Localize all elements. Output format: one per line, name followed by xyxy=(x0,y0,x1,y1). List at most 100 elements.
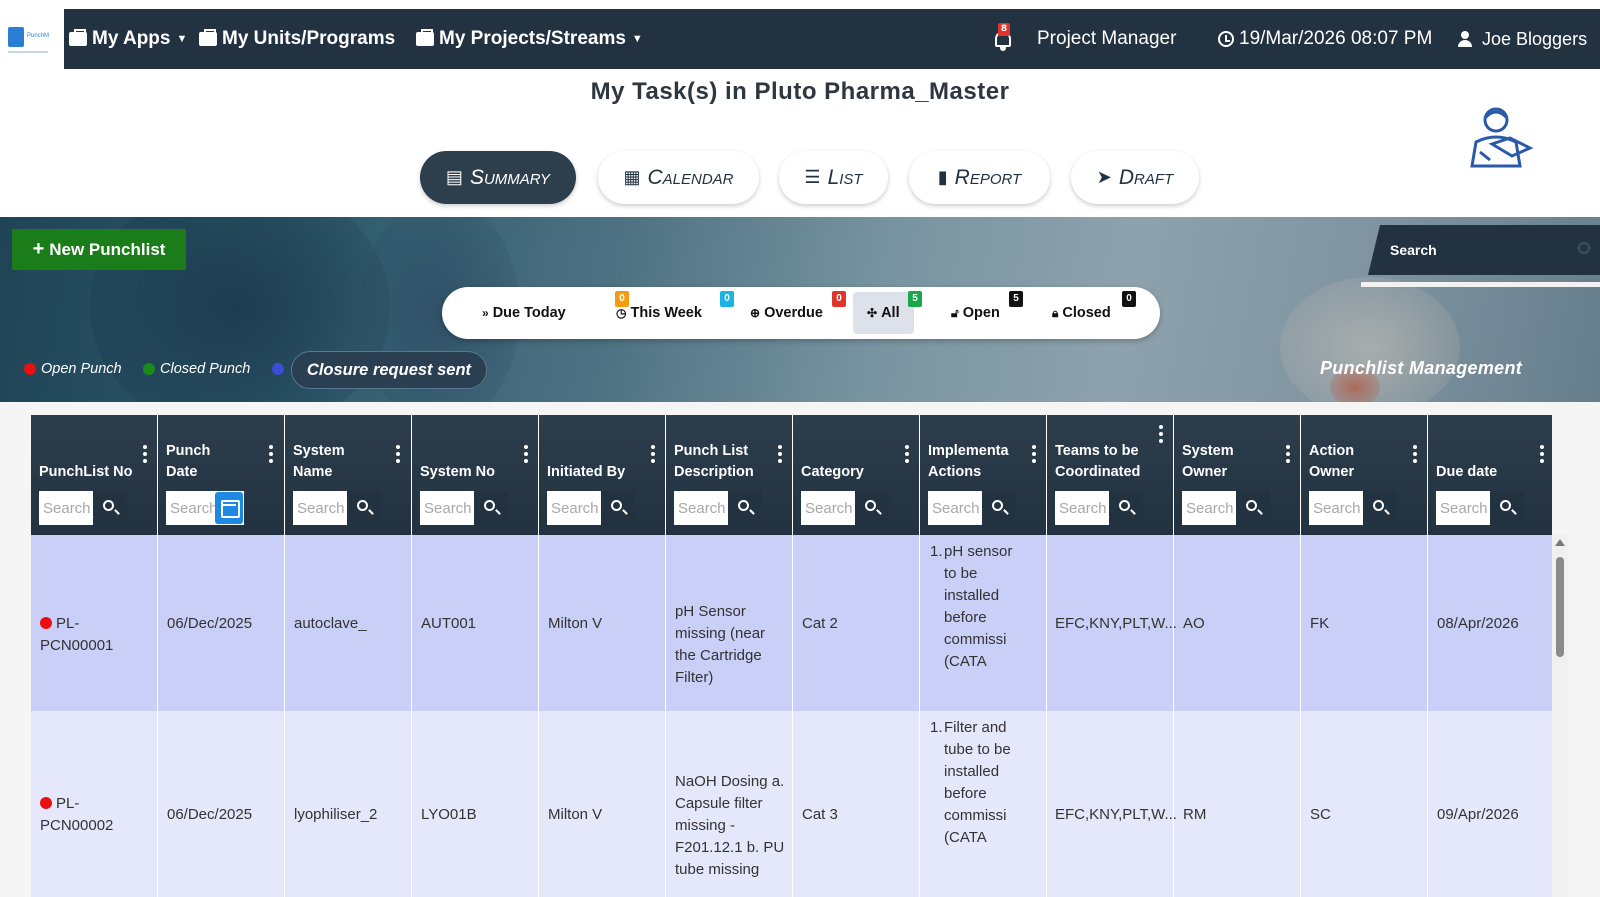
kebab-menu-icon[interactable] xyxy=(143,445,147,463)
kebab-menu-icon[interactable] xyxy=(651,445,655,463)
column-search-button[interactable] xyxy=(1490,491,1524,525)
calendar-icon[interactable] xyxy=(215,492,243,524)
column-label: Category xyxy=(801,464,864,480)
initiated-by-text: Milton V xyxy=(548,615,603,632)
column-header-punch-date[interactable]: Punch Date xyxy=(158,415,285,535)
scroll-up-arrow-icon[interactable] xyxy=(1555,539,1565,546)
legend-closed-label: Closed Punch xyxy=(160,361,251,377)
table-row[interactable]: PL-PCN00001 06/Dec/2025 autoclave_ AUT00… xyxy=(31,535,1552,711)
menu-my-units[interactable]: My Units/Programs xyxy=(199,9,395,69)
filter-overdue[interactable]: ⊕ Overdue 0 xyxy=(750,287,846,339)
top-navbar: PunchM My Apps ▼ My Units/Programs My Pr… xyxy=(0,9,1600,69)
notification-bell[interactable]: 8 xyxy=(992,23,1014,53)
tab-list[interactable]: ☰ List xyxy=(779,151,888,204)
filter-this-week[interactable]: ◷ This Week 0 xyxy=(616,287,734,339)
column-search-input[interactable] xyxy=(424,496,476,520)
column-search-button[interactable] xyxy=(474,491,508,525)
kebab-menu-icon[interactable] xyxy=(524,445,528,463)
briefcase-icon xyxy=(69,29,87,46)
column-header-initiated-by[interactable]: Initiated By xyxy=(539,415,666,535)
kebab-menu-icon[interactable] xyxy=(778,445,782,463)
tab-draft[interactable]: ➤ Draft xyxy=(1071,151,1199,204)
filter-open[interactable]: 🔓︎ Open 5 xyxy=(951,287,1023,339)
column-search-button[interactable] xyxy=(982,491,1016,525)
column-search-input[interactable] xyxy=(43,496,95,520)
cell-system-no: AUT001 xyxy=(412,535,539,711)
column-search-button[interactable] xyxy=(1236,491,1270,525)
cell-system-name: autoclave_ xyxy=(285,535,412,711)
column-header-system-no[interactable]: System No xyxy=(412,415,539,535)
column-search-input[interactable] xyxy=(805,496,857,520)
menu-my-projects[interactable]: My Projects/Streams ▼ xyxy=(416,9,643,69)
column-header-system-owner[interactable]: System Owner xyxy=(1174,415,1301,535)
action-owner-text: FK xyxy=(1310,615,1330,632)
column-search-button[interactable] xyxy=(728,491,762,525)
tab-report[interactable]: ▮ Report xyxy=(909,151,1050,204)
filter-closed[interactable]: 🔒︎ Closed 0 xyxy=(1052,287,1136,339)
column-search-button[interactable] xyxy=(93,491,127,525)
column-header-action-owner[interactable]: Action Owner xyxy=(1301,415,1428,535)
column-search-input[interactable] xyxy=(678,496,730,520)
column-header-due-date[interactable]: Due date xyxy=(1428,415,1552,535)
column-header-system-name[interactable]: System Name xyxy=(285,415,412,535)
column-search-box xyxy=(1182,491,1270,525)
datetime-display: 19/Mar/2026 08:07 PM xyxy=(1218,9,1432,69)
app-logo[interactable]: PunchM xyxy=(0,9,64,69)
table-header: PunchList No Punch Date System Name xyxy=(31,415,1552,535)
column-search-input[interactable] xyxy=(1313,496,1365,520)
search-icon xyxy=(484,500,495,511)
column-search-input[interactable] xyxy=(1186,496,1238,520)
tab-summary[interactable]: ▤ Summary xyxy=(420,151,576,204)
column-header-description[interactable]: Punch List Description xyxy=(666,415,793,535)
kebab-menu-icon[interactable] xyxy=(1540,445,1544,463)
filter-all[interactable]: ✣ All 5 xyxy=(853,291,922,334)
cell-initiated-by: Milton V xyxy=(539,535,666,711)
tab-report-label: Report xyxy=(954,165,1022,189)
search-icon[interactable] xyxy=(1578,242,1590,254)
circle-plus-icon: ⊕ xyxy=(750,306,761,320)
search-underline xyxy=(1361,282,1600,287)
menu-my-apps[interactable]: My Apps ▼ xyxy=(69,9,187,69)
column-search-button[interactable] xyxy=(347,491,381,525)
role-label[interactable]: Project Manager xyxy=(1037,9,1176,69)
teams-text: EFC,KNY,PLT,W... xyxy=(1055,806,1177,823)
column-search-input[interactable] xyxy=(1440,496,1492,520)
column-search-input[interactable] xyxy=(932,496,984,520)
briefcase-icon xyxy=(199,29,217,46)
cell-punch-no[interactable]: PL-PCN00001 xyxy=(31,535,158,711)
table-scrollbar[interactable] xyxy=(1552,535,1568,897)
new-punchlist-button[interactable]: + New Punchlist xyxy=(12,229,186,270)
global-search-input[interactable] xyxy=(1390,237,1570,263)
search-icon xyxy=(865,500,876,511)
column-header-actions[interactable]: Implementa Actions xyxy=(920,415,1047,535)
column-search-button[interactable] xyxy=(1109,491,1143,525)
tab-calendar[interactable]: ▦ Calendar xyxy=(598,151,759,204)
user-menu[interactable]: Joe Bloggers xyxy=(1458,9,1587,69)
column-search-button[interactable] xyxy=(1363,491,1397,525)
column-search-button[interactable] xyxy=(855,491,889,525)
column-search-box xyxy=(674,491,762,525)
kebab-menu-icon[interactable] xyxy=(1413,445,1417,463)
cell-actions: 1. pH sensor to be installed before commi… xyxy=(920,535,1047,711)
cell-punch-no[interactable]: PL-PCN00002 xyxy=(31,711,158,897)
filter-due-today[interactable]: » Due Today 0 xyxy=(482,287,629,339)
column-header-teams[interactable]: Teams to be Coordinated xyxy=(1047,415,1174,535)
kebab-menu-icon[interactable] xyxy=(1032,445,1036,463)
column-search-button[interactable] xyxy=(601,491,635,525)
cell-system-owner: RM xyxy=(1174,711,1301,897)
column-header-punchlist-no[interactable]: PunchList No xyxy=(31,415,158,535)
kebab-menu-icon[interactable] xyxy=(396,445,400,463)
list-icon: ☰ xyxy=(804,167,821,187)
column-header-category[interactable]: Category xyxy=(793,415,920,535)
column-search-input[interactable] xyxy=(1059,496,1111,520)
kebab-menu-icon[interactable] xyxy=(1286,445,1290,463)
column-search-input[interactable] xyxy=(551,496,603,520)
kebab-menu-icon[interactable] xyxy=(269,445,273,463)
table-row[interactable]: PL-PCN00002 06/Dec/2025 lyophiliser_2 LY… xyxy=(31,711,1552,897)
kebab-menu-icon[interactable] xyxy=(1159,425,1163,443)
column-search-input[interactable] xyxy=(297,496,349,520)
column-label: System Owner xyxy=(1182,443,1234,480)
cell-action-owner: FK xyxy=(1301,535,1428,711)
kebab-menu-icon[interactable] xyxy=(905,445,909,463)
scroll-thumb[interactable] xyxy=(1556,557,1564,657)
